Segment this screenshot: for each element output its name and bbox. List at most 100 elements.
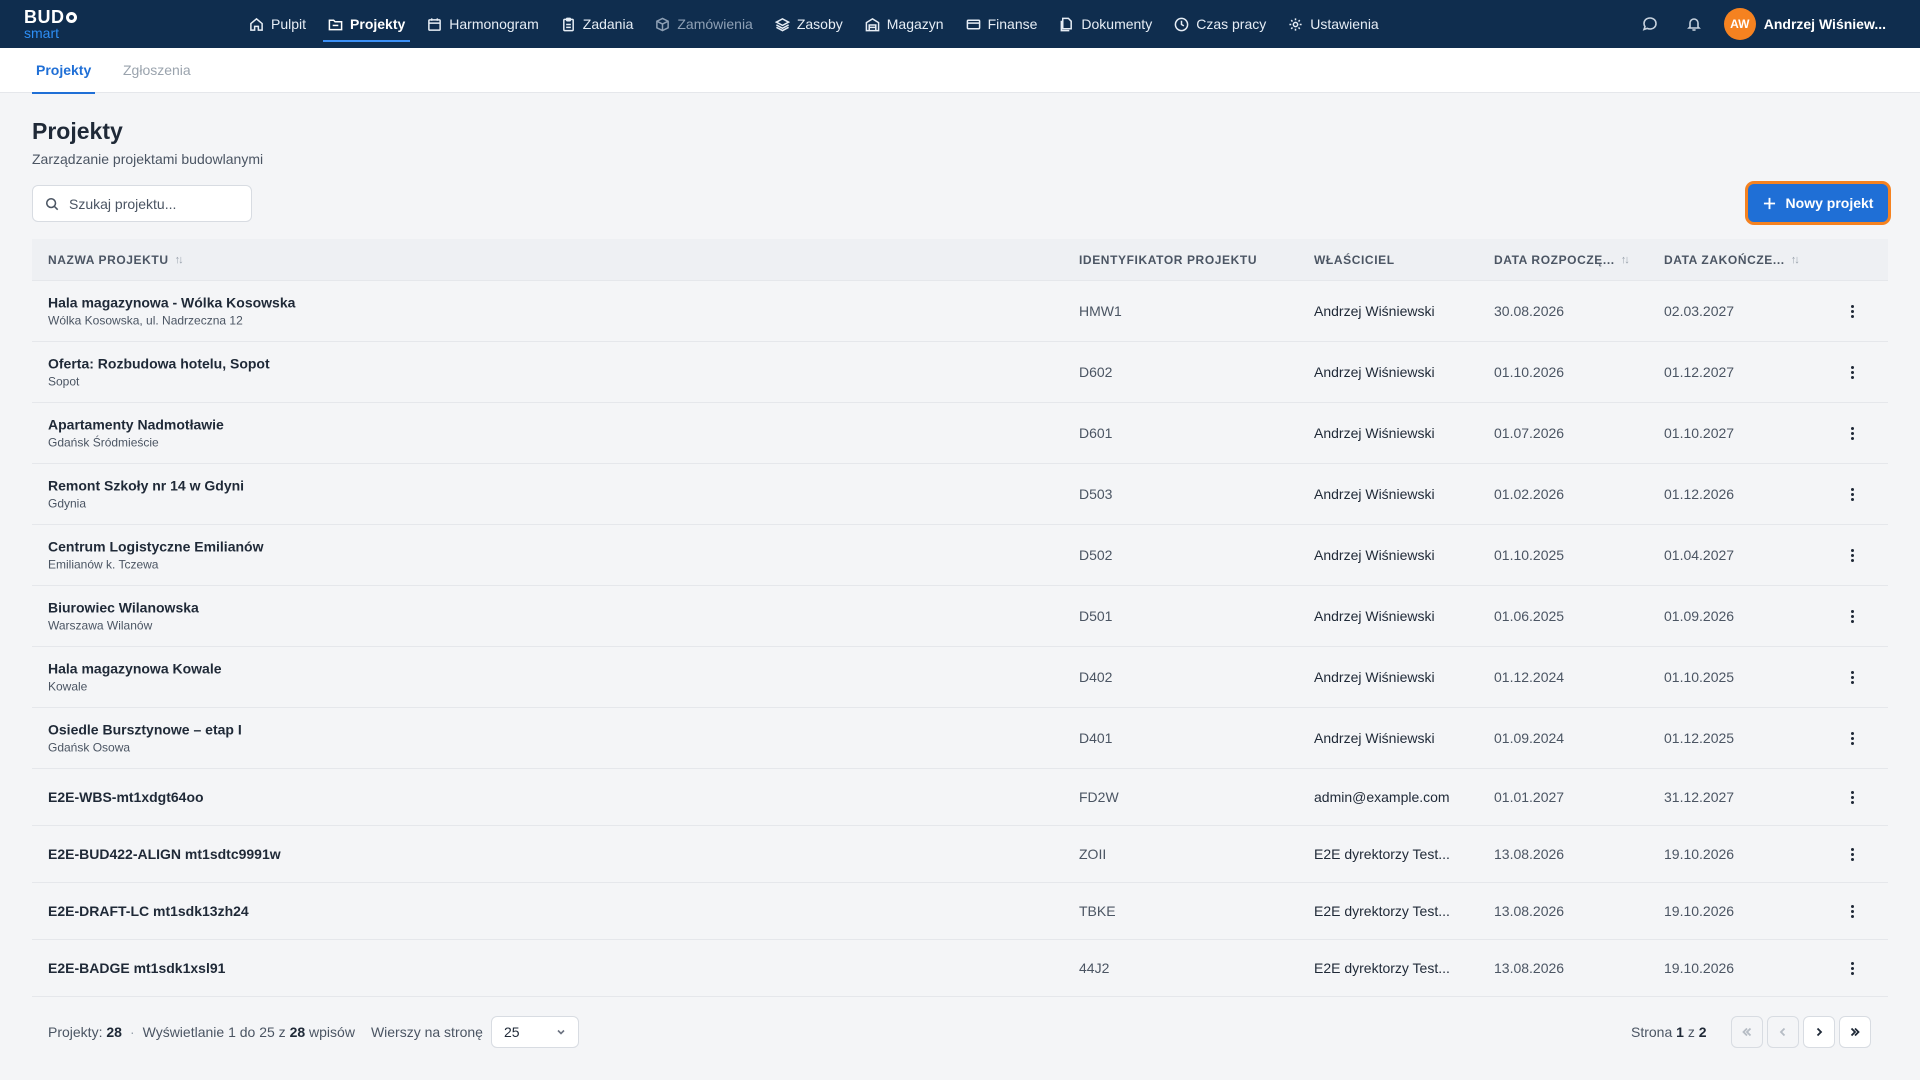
- project-name[interactable]: E2E-WBS-mt1xdgt64oo: [48, 789, 204, 805]
- nav-item-ustawienia[interactable]: Ustawienia: [1277, 0, 1389, 48]
- nav-label: Pulpit: [271, 16, 307, 32]
- project-name-cell: E2E-BADGE mt1sdk1xsl91: [48, 960, 225, 976]
- project-name[interactable]: E2E-DRAFT-LC mt1sdk13zh24: [48, 903, 249, 919]
- column-label: Data zakończe...: [1664, 252, 1785, 267]
- table-row[interactable]: E2E-BUD422-ALIGN mt1sdtc9991w ZOII E2E dyr…: [32, 826, 1888, 883]
- row-actions-button[interactable]: [1842, 667, 1862, 687]
- column-label: Identyfikator projektu: [1079, 252, 1258, 267]
- row-actions-button[interactable]: [1842, 728, 1862, 748]
- table-row[interactable]: E2E-DRAFT-LC mt1sdk13zh24 TBKE E2E dyrekto…: [32, 883, 1888, 940]
- top-navigation-bar: BUD smart Pulpit Projekty Harmonogram Za…: [0, 0, 1920, 48]
- project-name[interactable]: Hala magazynowa - Wólka Kosowska: [48, 295, 295, 311]
- project-name-cell: Centrum Logistyczne Emilianów Emilianów k…: [48, 539, 263, 572]
- subtabs: Projekty Zgłoszenia: [0, 48, 1920, 94]
- row-actions-button[interactable]: [1842, 484, 1862, 504]
- row-actions-button[interactable]: [1842, 362, 1862, 382]
- new-project-button[interactable]: Nowy projekt: [1748, 184, 1888, 222]
- last-page-button[interactable]: [1838, 1016, 1871, 1048]
- nav-item-harmonogram[interactable]: Harmonogram: [416, 0, 549, 48]
- kebab-menu-icon: [1842, 423, 1862, 443]
- project-id: D401: [1079, 730, 1113, 746]
- table-row[interactable]: Hala magazynowa Kowale Kowale D402 Andrzej …: [32, 647, 1888, 708]
- kebab-menu-icon: [1842, 606, 1862, 626]
- app-logo[interactable]: BUD smart: [24, 8, 84, 40]
- tab-projekty[interactable]: Projekty: [31, 48, 96, 94]
- page-label: Strona: [1631, 1024, 1673, 1040]
- project-name[interactable]: Centrum Logistyczne Emilianów: [48, 539, 263, 555]
- nav-item-projekty[interactable]: Projekty: [317, 0, 416, 48]
- notifications-button[interactable]: [1672, 0, 1716, 48]
- table-row[interactable]: Apartamenty Nadmotławie Gdańsk Śródmieści…: [32, 403, 1888, 464]
- first-page-button[interactable]: [1730, 1016, 1763, 1048]
- nav-item-magazyn[interactable]: Magazyn: [854, 0, 955, 48]
- projects-count: 28: [106, 1024, 122, 1040]
- project-name[interactable]: E2E-BUD422-ALIGN mt1sdtc9991w: [48, 846, 281, 862]
- table-row[interactable]: Osiedle Bursztynowe – etap I Gdańsk Osowa…: [32, 708, 1888, 769]
- project-owner: Andrzej Wiśniewski: [1314, 486, 1435, 502]
- column-header-end-date[interactable]: Data zakończe... ↑↓: [1664, 252, 1800, 267]
- row-actions-button[interactable]: [1842, 301, 1862, 321]
- rows-per-page-select[interactable]: 25: [490, 1016, 579, 1048]
- table-row[interactable]: E2E-WBS-mt1xdgt64oo FD2W admin@example.com…: [32, 769, 1888, 826]
- table-row[interactable]: Remont Szkoły nr 14 w Gdyni Gdynia D503 And…: [32, 464, 1888, 525]
- nav-item-pulpit[interactable]: Pulpit: [238, 0, 317, 48]
- project-name[interactable]: E2E-BADGE mt1sdk1xsl91: [48, 960, 225, 976]
- project-location: Wólka Kosowska, ul. Nadrzeczna 12: [48, 313, 243, 328]
- project-name[interactable]: Oferta: Rozbudowa hotelu, Sopot: [48, 356, 270, 372]
- row-actions-button[interactable]: [1842, 787, 1862, 807]
- table-row[interactable]: Oferta: Rozbudowa hotelu, Sopot Sopot D602…: [32, 342, 1888, 403]
- row-actions-button[interactable]: [1842, 545, 1862, 565]
- nav-item-czas-pracy[interactable]: Czas pracy: [1163, 0, 1277, 48]
- row-actions-button[interactable]: [1842, 423, 1862, 443]
- project-name[interactable]: Hala magazynowa Kowale: [48, 661, 222, 677]
- row-actions-button[interactable]: [1842, 901, 1862, 921]
- project-start-date: 01.10.2026: [1494, 364, 1565, 380]
- nav-item-zamowienia[interactable]: Zamówienia: [644, 0, 763, 48]
- column-header-owner: Właściciel: [1314, 253, 1395, 267]
- row-actions-button[interactable]: [1842, 844, 1862, 864]
- showing-prefix: Wyświetlanie 1 do 25 z: [142, 1024, 286, 1040]
- project-name-cell: E2E-DRAFT-LC mt1sdk13zh24: [48, 903, 249, 919]
- chat-bubble-icon: [1642, 17, 1657, 31]
- project-name[interactable]: Remont Szkoły nr 14 w Gdyni: [48, 478, 244, 494]
- project-name[interactable]: Osiedle Bursztynowe – etap I: [48, 722, 242, 738]
- project-end-date: 01.10.2025: [1664, 669, 1735, 685]
- project-name[interactable]: Apartamenty Nadmotławie: [48, 417, 224, 433]
- row-actions-button[interactable]: [1842, 958, 1862, 978]
- table-row[interactable]: Centrum Logistyczne Emilianów Emilianów k…: [32, 525, 1888, 586]
- next-page-button[interactable]: [1802, 1016, 1835, 1048]
- tab-zgloszenia[interactable]: Zgłoszenia: [123, 48, 191, 93]
- column-header-name[interactable]: Nazwa projektu ↑↓: [48, 253, 184, 267]
- showing-total: 28: [289, 1024, 306, 1040]
- kebab-menu-icon: [1842, 901, 1862, 921]
- user-name: Andrzej Wiśniew...: [1763, 16, 1886, 32]
- chevron-right-icon: [1816, 1027, 1822, 1037]
- user-menu[interactable]: AW Andrzej Wiśniew...: [1716, 8, 1920, 40]
- row-actions-button[interactable]: [1842, 606, 1862, 626]
- nav-item-dokumenty[interactable]: Dokumenty: [1048, 0, 1163, 48]
- project-start-date: 01.06.2025: [1494, 608, 1565, 624]
- project-name-cell: Apartamenty Nadmotławie Gdańsk Śródmieści…: [48, 417, 224, 450]
- nav-label: Czas pracy: [1196, 16, 1267, 32]
- kebab-menu-icon: [1842, 545, 1862, 565]
- column-header-start-date[interactable]: Data rozpoczę... ↑↓: [1494, 253, 1630, 267]
- table-row[interactable]: E2E-BADGE mt1sdk1xsl91 44J2 E2E dyrektorzy…: [32, 940, 1888, 997]
- project-name-cell: Oferta: Rozbudowa hotelu, Sopot Sopot: [48, 356, 270, 389]
- table-row[interactable]: Biurowiec Wilanowska Warszawa Wilanów D501…: [32, 586, 1888, 647]
- project-start-date: 01.02.2026: [1494, 486, 1565, 502]
- table-body: Hala magazynowa - Wólka Kosowska Wólka Ko…: [32, 281, 1888, 997]
- nav-item-finanse[interactable]: Finanse: [955, 0, 1049, 48]
- project-location: Gdańsk Osowa: [48, 740, 131, 755]
- clipboard-icon: [562, 17, 574, 31]
- project-name[interactable]: Biurowiec Wilanowska: [48, 600, 199, 616]
- search-input[interactable]: [69, 195, 239, 212]
- chat-button[interactable]: [1628, 0, 1672, 48]
- prev-page-button[interactable]: [1766, 1016, 1799, 1048]
- nav-item-zasoby[interactable]: Zasoby: [764, 0, 854, 48]
- project-owner: E2E dyrektorzy Test...: [1314, 846, 1450, 862]
- project-owner: Andrzej Wiśniewski: [1314, 425, 1435, 441]
- table-row[interactable]: Hala magazynowa - Wólka Kosowska Wólka Ko…: [32, 281, 1888, 342]
- project-name-cell: Osiedle Bursztynowe – etap I Gdańsk Osowa: [48, 722, 242, 755]
- nav-item-zadania[interactable]: Zadania: [550, 0, 645, 48]
- project-owner: Andrzej Wiśniewski: [1314, 669, 1435, 685]
